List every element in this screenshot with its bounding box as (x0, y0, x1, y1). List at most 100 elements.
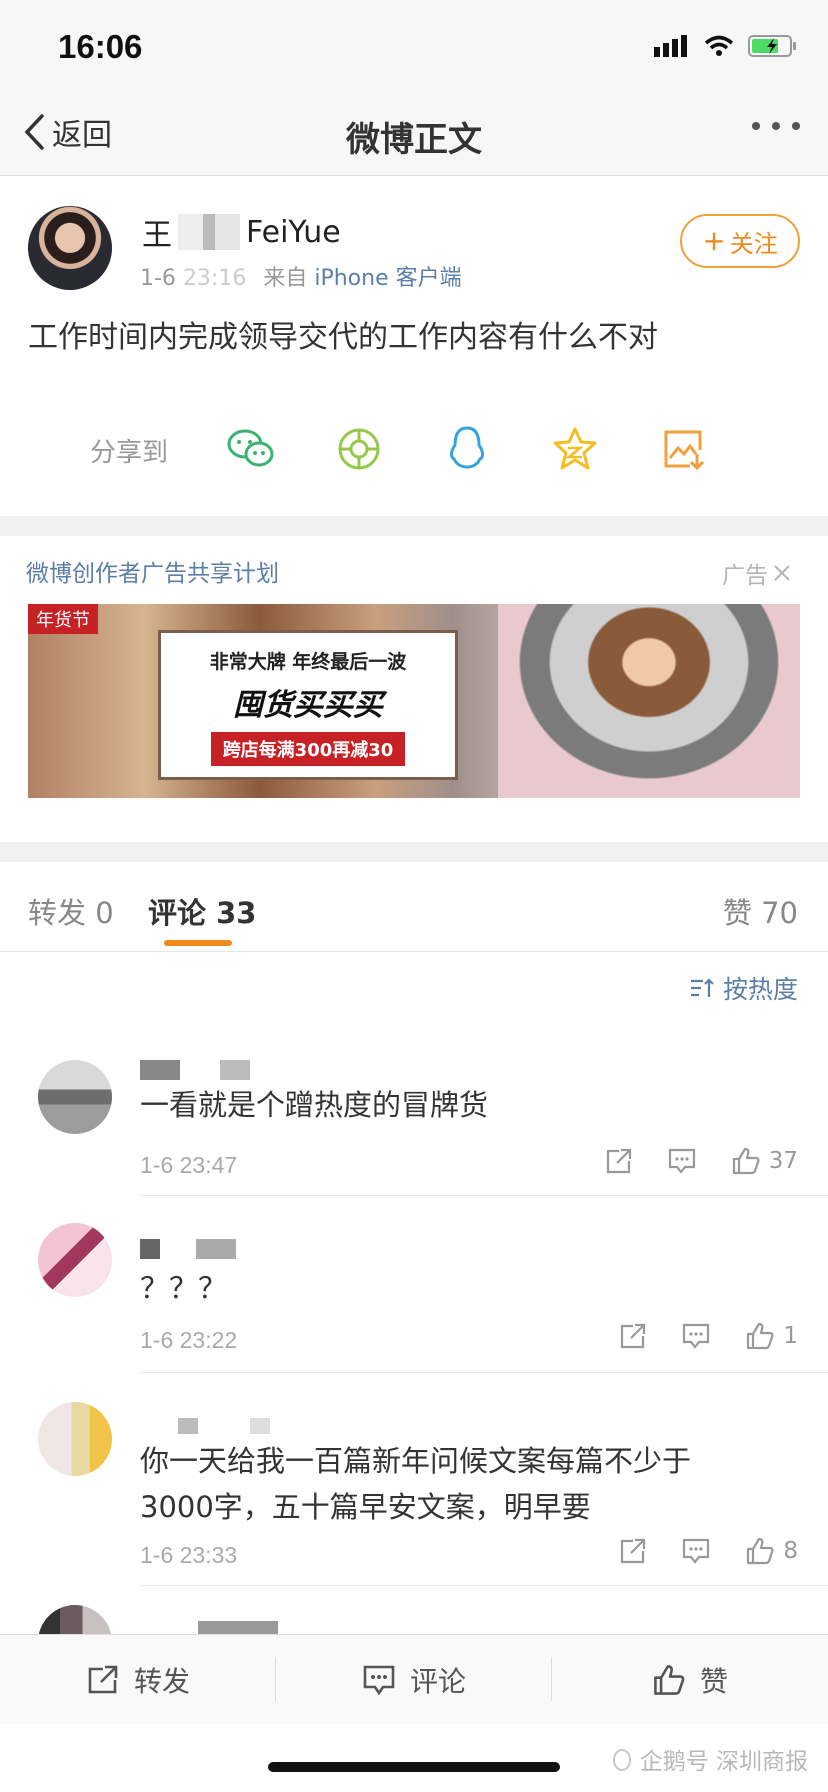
post-time-date: 1-6 (140, 266, 176, 291)
comment-divider (140, 1585, 828, 1586)
ad-section: 微博创作者广告共享计划 广告 年货节 非常大牌 年终最后一波 囤货买买买 跨店每… (0, 536, 828, 842)
author-name-suffix: FeiYue (246, 214, 341, 250)
qq-icon[interactable] (442, 424, 492, 474)
repost-button[interactable]: 转发 (0, 1635, 276, 1724)
moments-icon[interactable] (334, 424, 384, 474)
repost-icon (88, 1665, 118, 1693)
comment-label: 评论 (409, 1664, 466, 1698)
forward-button[interactable] (605, 1147, 633, 1175)
comment-divider (140, 1372, 828, 1373)
battery-icon (748, 35, 796, 57)
status-icons (654, 34, 798, 58)
forward-icon (606, 1148, 631, 1174)
reply-button[interactable] (681, 1322, 711, 1350)
forward-button[interactable] (619, 1537, 647, 1565)
more-options-button[interactable] (752, 122, 800, 130)
ad-banner-line3: 跨店每满300再减30 (210, 732, 406, 766)
post-source-prefix: 来自 (263, 266, 308, 291)
watermark: 企鹅号 深圳商报 (610, 1742, 808, 1776)
author-name[interactable]: 王 FeiYue (142, 210, 341, 254)
qzone-icon[interactable] (550, 424, 600, 474)
wechat-icon[interactable] (226, 424, 276, 474)
post-text: 工作时间内完成领导交代的工作内容有什么不对 (28, 320, 658, 355)
like-button[interactable]: 赞 (552, 1635, 828, 1724)
reply-button[interactable] (667, 1147, 697, 1175)
comment-text-line2: 3000字，五十篇早安文案，明早要 (140, 1490, 591, 1524)
ad-tag[interactable]: 广告 (722, 556, 792, 590)
commenter-name-redacted[interactable] (140, 1239, 236, 1261)
comment-actions: 1 (585, 1321, 798, 1351)
thumbs-up-icon (747, 1537, 774, 1565)
commenter-avatar[interactable] (38, 1060, 112, 1134)
share-label: 分享到 (90, 438, 169, 468)
redacted-mosaic (220, 1060, 250, 1080)
redacted-mosaic (140, 1060, 180, 1080)
status-time: 16:06 (58, 28, 143, 65)
signal-icon (654, 35, 687, 57)
thumbs-up-icon (747, 1322, 774, 1350)
forward-icon (621, 1538, 646, 1564)
status-bar: 16:06 (0, 0, 828, 96)
comment-text: 你一天给我一百篇新年问候文案每篇不少于 3000字，五十篇早安文案，明早要 (140, 1438, 691, 1530)
sort-button[interactable]: 按热度 (689, 970, 798, 1006)
sort-icon (690, 978, 714, 997)
reply-button[interactable] (681, 1537, 711, 1565)
author-avatar[interactable] (28, 206, 112, 290)
commenter-avatar[interactable] (38, 1223, 112, 1297)
post-meta: 1-6 23:16 来自 iPhone 客户端 (140, 260, 462, 292)
tab-repost[interactable]: 转发 0 (28, 890, 114, 932)
wifi-icon (704, 35, 734, 56)
like-count: 1 (783, 1323, 798, 1349)
post-source[interactable]: iPhone 客户端 (314, 266, 461, 291)
comment-button[interactable]: 评论 (276, 1635, 552, 1724)
tabs-bar: 转发 0 评论 33 赞 70 (0, 862, 828, 952)
like-button[interactable]: 37 (731, 1146, 798, 1176)
comment-icon (668, 1148, 695, 1174)
share-row: 分享到 (0, 408, 828, 488)
comment-actions: 8 (585, 1536, 798, 1566)
comment-item-partial (0, 1587, 828, 1679)
like-button[interactable]: 1 (745, 1321, 798, 1351)
post-time-clock: 23:16 (182, 266, 247, 291)
redacted-mosaic (196, 1239, 236, 1259)
like-count: 8 (783, 1538, 798, 1564)
redacted-mosaic (140, 1239, 160, 1259)
ad-banner-card: 非常大牌 年终最后一波 囤货买买买 跨店每满300再减30 (158, 630, 458, 780)
comment-text-line1: 你一天给我一百篇新年问候文案每篇不少于 (140, 1444, 692, 1478)
bottom-action-bar: 转发 评论 赞 (0, 1634, 828, 1724)
ad-banner[interactable]: 年货节 非常大牌 年终最后一波 囤货买买买 跨店每满300再减30 (28, 604, 800, 798)
commenter-name-redacted[interactable] (140, 1060, 250, 1082)
comment-time: 1-6 23:22 (140, 1327, 238, 1353)
follow-button[interactable]: + 关注 (680, 214, 800, 268)
save-image-icon[interactable] (658, 424, 708, 474)
sort-label: 按热度 (722, 975, 798, 1004)
section-gap (0, 516, 828, 536)
tab-comments[interactable]: 评论 33 (148, 890, 256, 932)
comment-icon (363, 1665, 395, 1695)
comment-item: 一看就是个蹭热度的冒牌货 1-6 23:47 37 (0, 1040, 828, 1196)
page-title: 微博正文 (346, 120, 482, 160)
comment-icon (683, 1323, 710, 1349)
tab-likes[interactable]: 赞 70 (723, 890, 798, 932)
ad-program-label[interactable]: 微博创作者广告共享计划 (26, 554, 279, 588)
comment-actions: 37 (571, 1146, 798, 1176)
commenter-avatar[interactable] (38, 1402, 112, 1476)
active-tab-indicator (164, 940, 232, 946)
ad-banner-photo (498, 604, 800, 798)
author-name-prefix: 王 (142, 218, 172, 253)
section-gap (0, 842, 828, 862)
comment-item: 你一天给我一百篇新年问候文案每篇不少于 3000字，五十篇早安文案，明早要 1-… (0, 1374, 828, 1586)
more-dot-icon (792, 122, 800, 130)
commenter-name-redacted[interactable] (140, 1418, 270, 1440)
thumbs-up-icon (654, 1664, 685, 1695)
nav-bar: 返回 微博正文 (0, 96, 828, 176)
like-button[interactable]: 8 (745, 1536, 798, 1566)
more-dot-icon (772, 122, 780, 130)
ad-banner-line2: 囤货买买买 (233, 688, 383, 723)
post-card: 王 FeiYue 1-6 23:16 来自 iPhone 客户端 + 关注 工作… (0, 176, 828, 516)
forward-button[interactable] (619, 1322, 647, 1350)
penguin-icon (612, 1749, 631, 1771)
home-indicator[interactable] (268, 1762, 560, 1772)
comment-item: ？？？ 1-6 23:22 1 (0, 1197, 828, 1373)
follow-label: 关注 (729, 229, 778, 258)
